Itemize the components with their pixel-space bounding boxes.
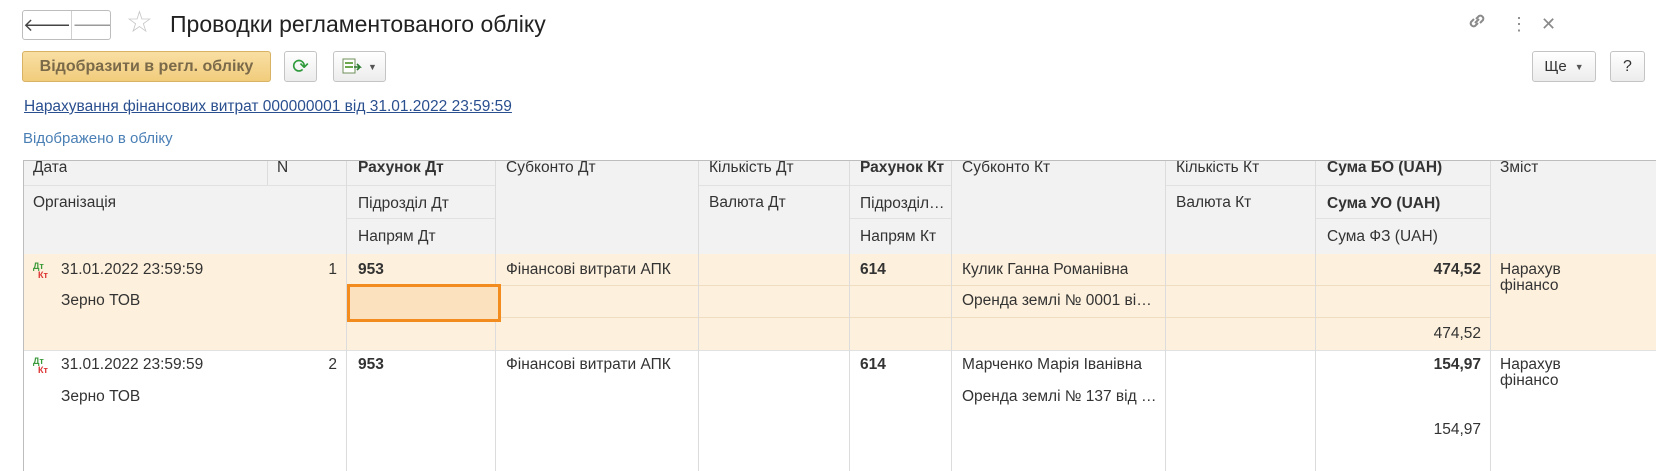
row-account-kt: 614 (860, 261, 886, 278)
row-account-dt: 953 (358, 356, 384, 373)
selected-cell-department-dt[interactable] (347, 284, 501, 322)
help-button[interactable]: ? (1610, 51, 1645, 82)
row-sum-bo: 474,52 (1433, 261, 1481, 278)
close-icon[interactable]: ✕ (1541, 10, 1556, 38)
row-subkonto-kt-1: Кулик Ганна Романівна (962, 261, 1129, 278)
col-account-kt[interactable]: Рахунок Кт (860, 161, 944, 178)
more-vertical-icon[interactable]: ⋮ (1510, 10, 1528, 38)
row-date: 31.01.2022 23:59:59 (61, 356, 204, 373)
col-sum-bo[interactable]: Сума БО (UAH) (1327, 161, 1442, 178)
col-content[interactable]: Зміст (1500, 161, 1538, 178)
chevron-down-icon: ▼ (1574, 61, 1584, 72)
row-account-kt: 614 (860, 356, 886, 373)
postings-table: Дата N Організація Рахунок Дт Підрозділ … (23, 160, 1656, 471)
row-subkonto-kt-2: Оренда землі № 137 від … (962, 388, 1157, 405)
navigation-buttons: 🡐 🡒 (22, 10, 111, 40)
document-link[interactable]: Нарахування фінансових витрат 000000001 … (24, 98, 512, 116)
col-direction-kt[interactable]: Напрям Кт (860, 227, 936, 247)
row-date: 31.01.2022 23:59:59 (61, 261, 204, 278)
excel-export-button[interactable]: ▼ (333, 51, 386, 82)
col-department-kt[interactable]: Підрозділ… (860, 194, 946, 214)
row-organization: Зерно ТОВ (61, 292, 141, 309)
col-direction-dt[interactable]: Напрям Дт (358, 227, 436, 247)
row-number: 2 (328, 356, 337, 373)
page-title: Проводки регламентованого обліку (170, 11, 546, 37)
chevron-down-icon: ▼ (368, 61, 377, 72)
row-subkonto-dt: Фінансові витрати АПК (506, 261, 671, 278)
col-currency-dt[interactable]: Валюта Дт (709, 193, 786, 213)
col-sum-uo[interactable]: Сума УО (UAH) (1327, 194, 1440, 214)
row-subkonto-kt-1: Марченко Марія Іванівна (962, 356, 1142, 373)
star-icon[interactable]: ☆ (126, 8, 153, 38)
posting-type-icon: Дт Кт (33, 356, 48, 375)
col-account-dt[interactable]: Рахунок Дт (358, 161, 444, 178)
post-to-accounting-button[interactable]: Відобразити в регл. обліку (22, 51, 271, 82)
arrow-right-icon[interactable]: 🡒 (71, 11, 110, 39)
link-icon[interactable] (1466, 10, 1488, 40)
row-sum-fz: 474,52 (1433, 325, 1481, 342)
col-subkonto-dt[interactable]: Субконто Дт (506, 161, 596, 178)
row-content-2: фінансо (1500, 372, 1559, 389)
posting-type-icon: Дт Кт (33, 261, 48, 280)
arrow-left-icon[interactable]: 🡐 (23, 11, 71, 39)
col-n[interactable]: N (277, 161, 288, 178)
col-organization[interactable]: Організація (33, 193, 116, 213)
more-label: Ще (1544, 58, 1567, 75)
row-account-dt: 953 (358, 261, 384, 278)
row-content-2: фінансо (1500, 277, 1559, 294)
row-subkonto-dt: Фінансові витрати АПК (506, 356, 671, 373)
col-department-dt[interactable]: Підрозділ Дт (358, 194, 449, 214)
col-date[interactable]: Дата (33, 161, 67, 178)
status-text: Відображено в обліку (23, 130, 173, 147)
row-number: 1 (328, 261, 337, 278)
row-sum-fz: 154,97 (1433, 421, 1481, 438)
col-sum-fz[interactable]: Сума ФЗ (UAH) (1327, 227, 1438, 247)
row-subkonto-kt-2: Оренда землі № 0001 від… (962, 292, 1158, 309)
row-sum-bo: 154,97 (1433, 356, 1481, 373)
row-organization: Зерно ТОВ (61, 388, 141, 405)
excel-export-icon (342, 58, 362, 73)
col-subkonto-kt[interactable]: Субконто Кт (962, 161, 1050, 178)
refresh-icon[interactable]: ⟳ (284, 51, 317, 82)
col-currency-kt[interactable]: Валюта Кт (1176, 193, 1251, 213)
col-quantity-dt[interactable]: Кількість Дт (709, 161, 794, 178)
more-button[interactable]: Ще ▼ (1532, 51, 1596, 82)
col-quantity-kt[interactable]: Кількість Кт (1176, 161, 1259, 178)
